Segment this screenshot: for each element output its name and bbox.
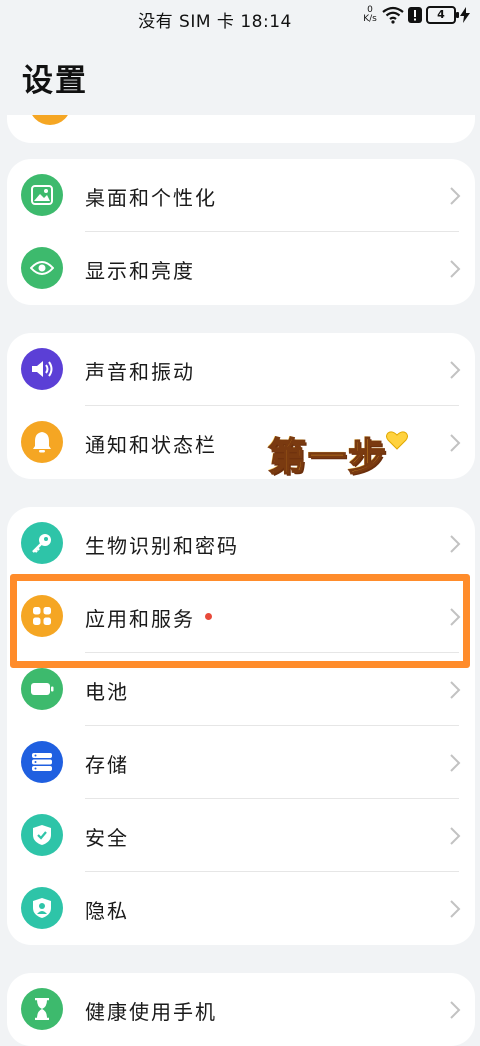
- status-time: 18:14: [240, 12, 292, 32]
- chevron-right-icon: [450, 535, 461, 553]
- settings-item-label: 显示和亮度: [85, 259, 195, 283]
- charging-icon: [460, 7, 470, 23]
- settings-group-system: 生物识别和密码 应用和服务 电池 存储 安全 隐私: [7, 507, 475, 945]
- shield-check-icon: [21, 814, 63, 856]
- chevron-right-icon: [450, 187, 461, 205]
- settings-group-health: 健康使用手机: [7, 973, 475, 1046]
- chevron-right-icon: [450, 681, 461, 699]
- page-title: 设置: [22, 63, 88, 99]
- settings-item-digital-balance[interactable]: 健康使用手机: [7, 973, 475, 1046]
- settings-item-label: 生物识别和密码: [85, 534, 239, 558]
- settings-item-security[interactable]: 安全: [7, 799, 475, 872]
- settings-item-label: 存储: [85, 753, 129, 777]
- speaker-icon: [21, 348, 63, 390]
- network-speed: 0 K/s: [362, 6, 378, 24]
- settings-item-display-brightness[interactable]: 显示和亮度: [7, 232, 475, 305]
- battery-icon: [21, 668, 63, 710]
- settings-item-privacy[interactable]: 隐私: [7, 872, 475, 945]
- chevron-right-icon: [450, 900, 461, 918]
- highlight-box: [10, 574, 470, 668]
- eye-icon: [21, 247, 63, 289]
- wifi-icon: [382, 6, 404, 24]
- settings-item-label: 隐私: [85, 899, 129, 923]
- step-sticker: 第一步: [267, 434, 389, 480]
- image-icon: [21, 174, 63, 216]
- settings-item-label: 安全: [85, 826, 129, 850]
- storage-icon: [21, 741, 63, 783]
- scrolled-card: [7, 115, 475, 143]
- privacy-shield-icon: [21, 887, 63, 929]
- bell-icon: [21, 421, 63, 463]
- settings-item-sound-vibration[interactable]: 声音和振动: [7, 333, 475, 406]
- settings-item-label: 通知和状态栏: [85, 433, 217, 457]
- settings-item-label: 桌面和个性化: [85, 186, 217, 210]
- settings-group-sound-notify: 声音和振动 通知和状态栏: [7, 333, 475, 479]
- partial-item-icon: [29, 115, 71, 125]
- hourglass-icon: [21, 988, 63, 1030]
- status-bar: 没有 SIM 卡 18:14 0 K/s 4: [0, 0, 480, 36]
- network-speed-unit: K/s: [363, 14, 377, 24]
- chevron-right-icon: [450, 827, 461, 845]
- chevron-right-icon: [450, 754, 461, 772]
- chevron-right-icon: [450, 260, 461, 278]
- settings-item-label: 声音和振动: [85, 360, 195, 384]
- settings-item-desktop-personalization[interactable]: 桌面和个性化: [7, 159, 475, 232]
- settings-item-label: 健康使用手机: [85, 1000, 217, 1024]
- carrier-text: 没有 SIM 卡: [138, 12, 235, 32]
- key-icon: [21, 522, 63, 564]
- chevron-right-icon: [450, 1001, 461, 1019]
- battery-indicator: 4: [426, 6, 459, 24]
- alert-icon: [408, 7, 422, 23]
- settings-group-display: 桌面和个性化 显示和亮度: [7, 159, 475, 305]
- settings-item-label: 电池: [85, 680, 129, 704]
- heart-icon: [386, 431, 408, 450]
- chevron-right-icon: [450, 361, 461, 379]
- status-icons: 0 K/s 4: [362, 6, 470, 24]
- settings-item-biometrics-password[interactable]: 生物识别和密码: [7, 507, 475, 580]
- chevron-right-icon: [450, 434, 461, 452]
- settings-item-storage[interactable]: 存储: [7, 726, 475, 799]
